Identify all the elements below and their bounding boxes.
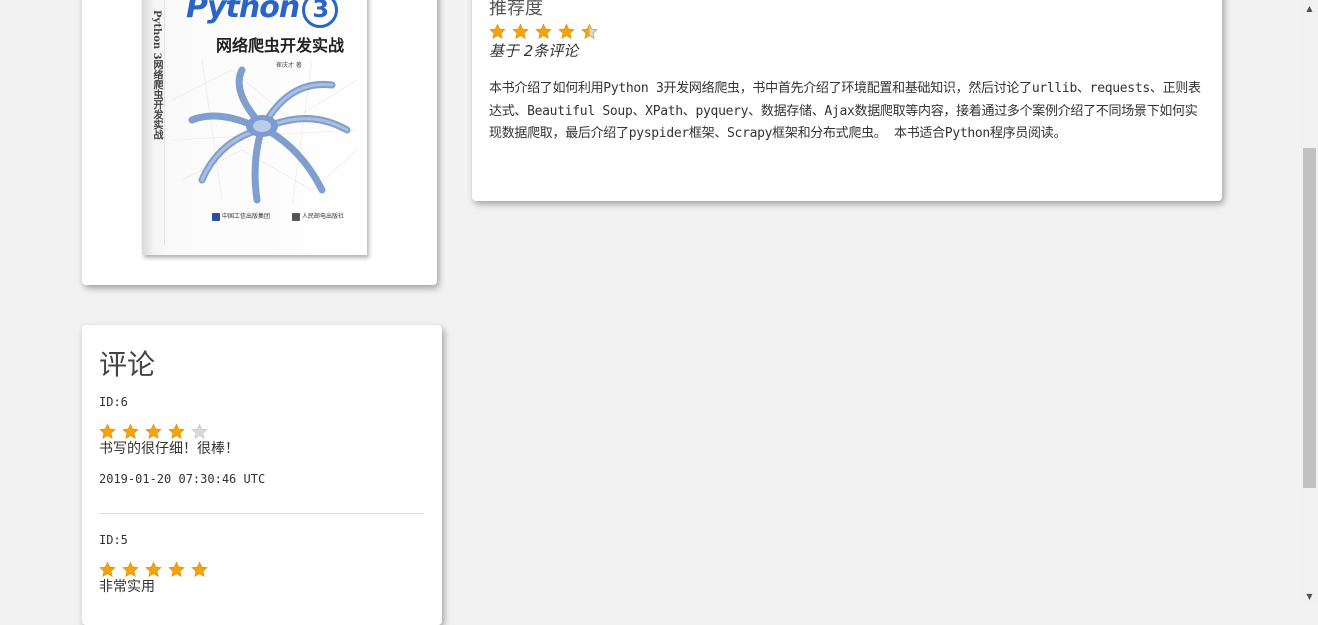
star-icon [558,23,575,39]
star-icon [191,423,208,439]
review-id: ID:6 [99,395,128,409]
star-icon [145,561,162,577]
publisher-logo-1: 中国工信出版集团 [212,211,270,221]
review-count-text: 基于 2条评论 [489,42,579,60]
review-divider [99,513,424,514]
star-icon [99,423,116,439]
star-icon [145,423,162,439]
star-icon [168,423,185,439]
reviews-title: 评论 [99,348,156,381]
scroll-up-icon[interactable]: ▲ [1301,0,1318,17]
review-id: ID:5 [99,533,128,547]
star-icon [168,561,185,577]
star-icon [122,561,139,577]
star-icon [581,23,598,39]
review-text: 非常实用 [99,579,155,595]
spider-illustration [172,60,357,205]
book-cover-title-number: 3 [302,0,339,28]
book-detail-card: 推荐度 基于 2条评论 本书介绍了如何利用Python 3开发网络爬虫，书中首先… [472,0,1222,201]
book-cover-card: Python 3网络爬虫开发实战 Python3 网络爬虫开发实战 崔庆才 著 [82,0,437,285]
book-cover-title-python: Python [186,0,300,25]
book-spine-text: Python 3网络爬虫开发实战 [151,10,162,140]
review-date: 2019-01-20 07:30:46 UTC [99,472,266,486]
review-rating-stars [99,561,424,578]
review-text: 书写的很仔细！很棒！ [99,441,239,457]
star-icon [191,561,208,577]
star-icon [512,23,529,39]
star-icon [99,561,116,577]
recommendation-label: 推荐度 [489,0,543,19]
reviews-card: 评论 ID:6 书写的很仔细！很棒！ 2019-01-20 07:30:46 U… [82,325,442,625]
review-item: ID:6 书写的很仔细！很棒！ 2019-01-20 07:30:46 UTC [99,395,424,486]
book-cover-title-en: Python 3 [186,0,339,28]
book-spine: Python 3网络爬虫开发实战 [150,0,165,245]
publisher-logo-icon [212,212,220,221]
star-icon [535,23,552,39]
publisher-name-1: 中国工信出版集团 [222,213,271,220]
scrollbar-thumb[interactable] [1303,148,1316,488]
book-cover-image: Python 3网络爬虫开发实战 Python3 网络爬虫开发实战 崔庆才 著 [142,0,367,255]
book-cover-title-cn: 网络爬虫开发实战 [216,36,345,55]
review-rating-stars [99,423,424,440]
page-scrollbar[interactable]: ▲ ▼ [1301,0,1318,605]
star-icon [122,423,139,439]
star-icon [489,23,506,39]
publisher-name-2: 人民邮电出版社 [302,213,345,220]
book-description: 本书介绍了如何利用Python 3开发网络爬虫，书中首先介绍了环境配置和基础知识… [489,81,1201,141]
scroll-down-icon[interactable]: ▼ [1301,588,1318,605]
book-cover-publishers: 中国工信出版集团 人民邮电出版社 [212,211,344,221]
rating-stars [489,23,598,40]
publisher-logo-2: 人民邮电出版社 [292,211,344,221]
review-item: ID:5 非常实用 [99,533,424,596]
publisher-logo-icon [292,212,301,221]
